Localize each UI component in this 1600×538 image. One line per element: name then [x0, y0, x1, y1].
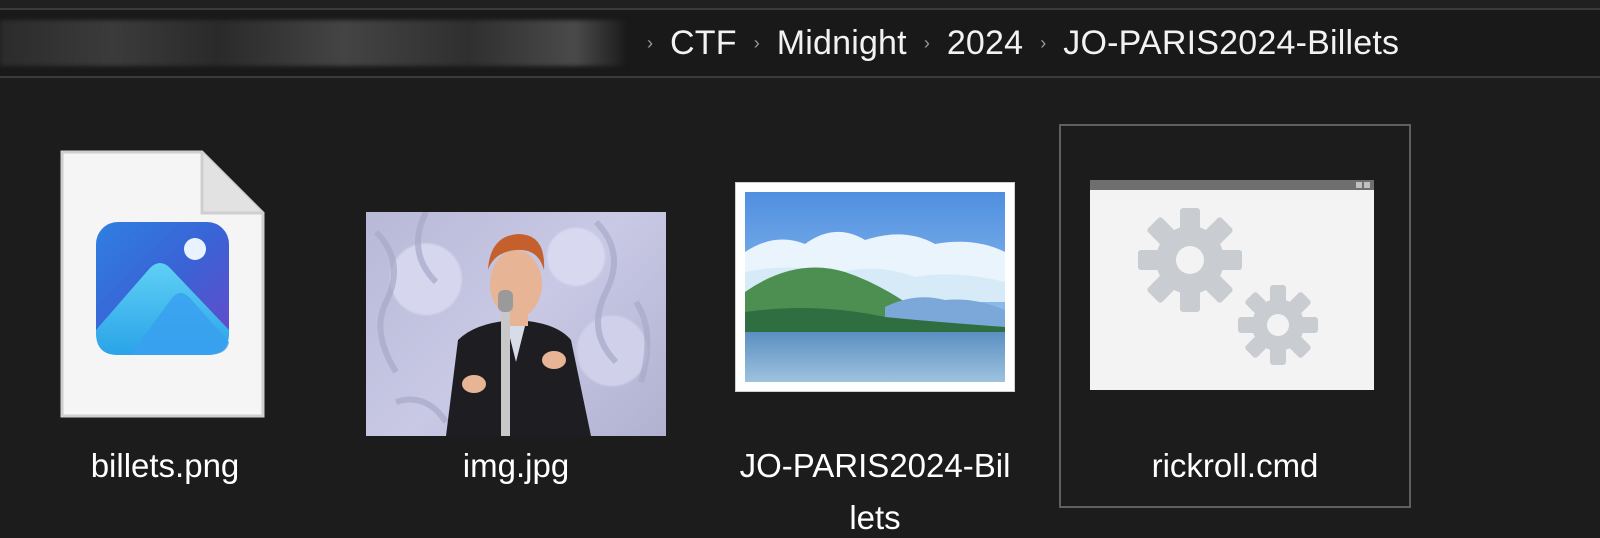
landscape-image-icon — [735, 182, 1015, 392]
photo-thumbnail — [366, 212, 666, 436]
toolbar-gap — [0, 78, 1600, 102]
file-name: billets.png — [90, 447, 240, 484]
breadcrumb-ctf[interactable]: CTF — [670, 24, 737, 63]
file-name-line1: JO-PARIS2024-Bil — [739, 447, 1011, 484]
chevron-right-icon[interactable]: › — [737, 33, 777, 54]
breadcrumb-jo-paris2024-billets[interactable]: JO-PARIS2024-Billets — [1063, 24, 1399, 63]
file-name-line2: lets — [849, 499, 901, 536]
chevron-right-icon[interactable]: › — [907, 33, 947, 54]
image-file-icon — [60, 150, 265, 418]
gears-icon — [1090, 180, 1374, 390]
breadcrumb-2024[interactable]: 2024 — [947, 24, 1023, 63]
file-name: rickroll.cmd — [1151, 447, 1319, 484]
chevron-right-icon[interactable]: › — [1023, 33, 1063, 54]
rick-astley-photo — [373, 212, 651, 436]
chevron-right-icon[interactable]: › — [630, 33, 670, 54]
file-name: img.jpg — [462, 447, 570, 484]
address-bar[interactable]: › CTF › Midnight › 2024 › JO-PARIS2024-B… — [0, 8, 1600, 78]
blurred-path-segment — [0, 20, 625, 66]
window-top-edge — [0, 0, 1600, 8]
breadcrumb: › CTF › Midnight › 2024 › JO-PARIS2024-B… — [630, 10, 1399, 76]
breadcrumb-midnight[interactable]: Midnight — [777, 24, 907, 63]
